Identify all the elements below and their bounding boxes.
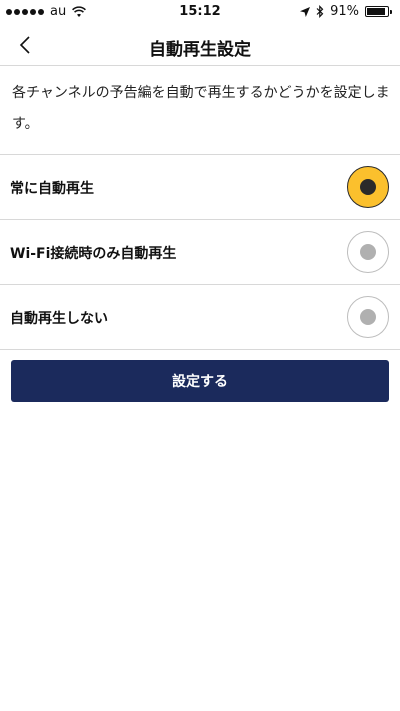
page-title: 自動再生設定 [149,40,251,60]
radio-button[interactable] [347,296,389,338]
radio-button[interactable] [347,231,389,273]
option-label: 常に自動再生 [10,181,94,197]
autoplay-option-list: 常に自動再生 Wi-Fi接続時のみ自動再生 自動再生しない [0,154,400,350]
description-text: 各チャンネルの予告編を自動で再生するかどうかを設定します。 [12,85,390,132]
bluetooth-icon [316,5,324,18]
nav-bar: 自動再生設定 [0,24,400,66]
option-wifi-only-autoplay[interactable]: Wi-Fi接続時のみ自動再生 [0,220,400,285]
status-bar: au 15:12 91% [0,0,400,24]
option-label: Wi-Fi接続時のみ自動再生 [10,246,177,262]
submit-button[interactable]: 設定する [11,360,389,402]
option-no-autoplay[interactable]: 自動再生しない [0,285,400,350]
radio-button[interactable] [347,166,389,208]
battery-icon [365,6,392,17]
option-label: 自動再生しない [10,311,108,327]
option-always-autoplay[interactable]: 常に自動再生 [0,155,400,220]
status-right: 91% [300,4,392,19]
battery-percent: 91% [330,4,359,19]
location-arrow-icon [300,6,311,17]
battery-level-fill [367,8,386,15]
